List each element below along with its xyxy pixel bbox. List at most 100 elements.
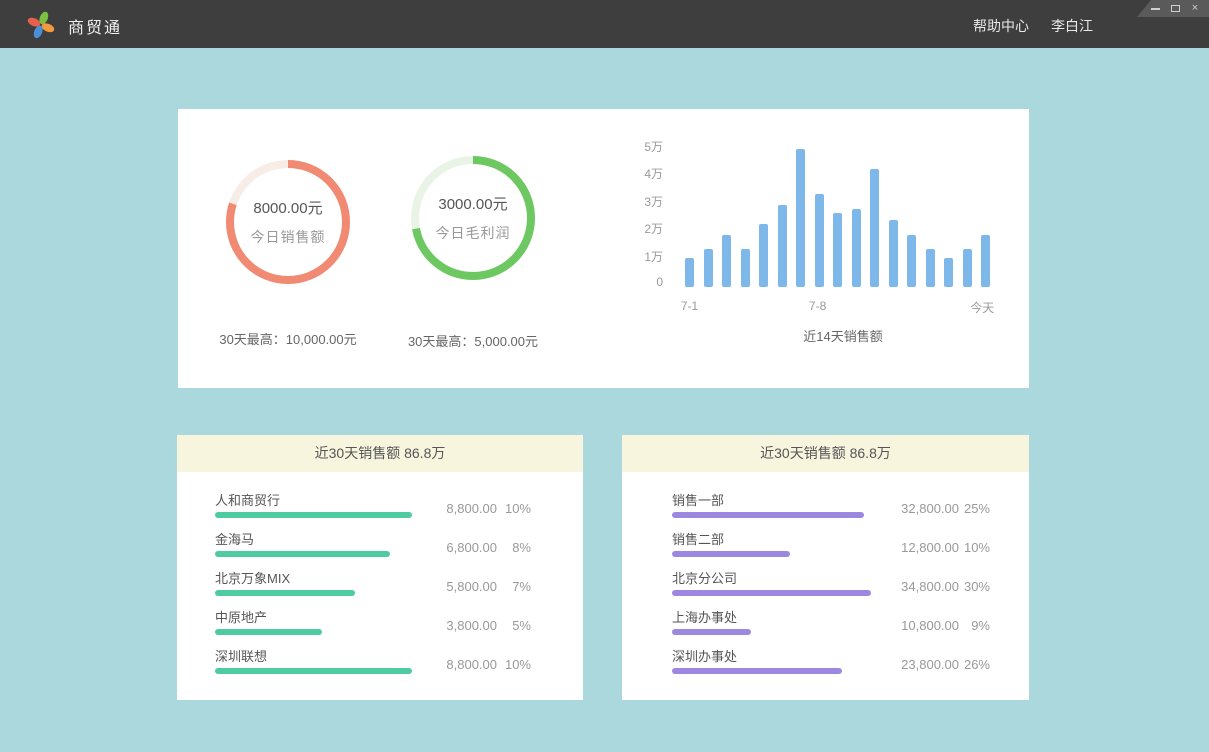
- chart-caption: 近14天销售额: [685, 326, 1001, 345]
- bar: [981, 235, 990, 287]
- item-bar: [215, 590, 355, 596]
- help-center-link[interactable]: 帮助中心: [973, 16, 1029, 36]
- x-tick-label: 今天: [970, 299, 994, 316]
- today-profit-label: 今日毛利润: [436, 223, 511, 243]
- list-item: 销售二部12,800.0010%: [672, 532, 990, 557]
- item-bar: [215, 629, 322, 635]
- close-icon: ×: [1192, 3, 1198, 14]
- bar: [944, 258, 953, 287]
- item-percent: 30%: [959, 577, 990, 597]
- window-controls: ×: [1137, 0, 1209, 17]
- item-amount: 10,800.00: [863, 616, 959, 636]
- bar: [778, 205, 787, 287]
- y-tick-label: 5万: [629, 138, 663, 155]
- item-values: 34,800.0030%: [863, 577, 990, 597]
- customer-panel-title: 近30天销售额 86.8万: [177, 435, 583, 472]
- item-percent: 26%: [959, 655, 990, 675]
- minimize-icon: [1151, 8, 1160, 10]
- bar: [759, 224, 768, 287]
- today-profit-value: 3000.00元: [438, 193, 507, 214]
- item-percent: 7%: [497, 577, 531, 597]
- minimize-button[interactable]: [1149, 3, 1161, 15]
- y-tick-label: 1万: [629, 248, 663, 265]
- bar: [741, 249, 750, 287]
- department-panel-title: 近30天销售额 86.8万: [622, 435, 1029, 472]
- today-profit-donut: 3000.00元 今日毛利润 30天最高：5,000.00元: [411, 156, 535, 280]
- list-item: 上海办事处10,800.009%: [672, 610, 990, 635]
- x-tick-label: 7-8: [809, 299, 826, 313]
- app-window: 商贸通 帮助中心 李白江 × 8000.00元 今日销售额 30天最高：10,0…: [0, 0, 1209, 752]
- today-sales-value: 8000.00元: [253, 197, 322, 218]
- item-bar: [672, 590, 871, 596]
- item-percent: 8%: [497, 538, 531, 558]
- bar: [870, 169, 879, 287]
- bar: [685, 258, 694, 287]
- today-profit-30day-max: 30天最高：5,000.00元: [358, 331, 588, 350]
- y-tick-label: 3万: [629, 193, 663, 210]
- bar: [889, 220, 898, 287]
- bar: [815, 194, 824, 287]
- close-button[interactable]: ×: [1189, 3, 1201, 15]
- list-item: 销售一部32,800.0025%: [672, 493, 990, 518]
- item-values: 10,800.009%: [863, 616, 990, 636]
- user-menu[interactable]: 李白江: [1051, 16, 1093, 36]
- list-item: 深圳办事处23,800.0026%: [672, 649, 990, 674]
- customer-list: 人和商贸行8,800.0010% 金海马6,800.008% 北京万象MIX5,80…: [177, 472, 583, 674]
- app-title: 商贸通: [68, 14, 122, 38]
- item-percent: 10%: [497, 499, 531, 519]
- list-item: 深圳联想8,800.0010%: [215, 649, 531, 674]
- item-amount: 6,800.00: [407, 538, 497, 558]
- bar: [704, 249, 713, 287]
- y-tick-label: 4万: [629, 165, 663, 182]
- maximize-icon: [1171, 5, 1180, 12]
- list-item: 金海马6,800.008%: [215, 532, 531, 557]
- item-amount: 34,800.00: [863, 577, 959, 597]
- item-percent: 10%: [959, 538, 990, 558]
- department-sales-panel: 近30天销售额 86.8万 销售一部32,800.0025% 销售二部12,800…: [622, 435, 1029, 700]
- item-percent: 9%: [959, 616, 990, 636]
- bar: [833, 213, 842, 287]
- topbar: 商贸通 帮助中心 李白江 ×: [0, 0, 1209, 48]
- app-logo-icon: [26, 9, 56, 39]
- item-bar: [672, 551, 790, 557]
- item-percent: 5%: [497, 616, 531, 636]
- item-bar: [215, 668, 412, 674]
- customer-sales-panel: 近30天销售额 86.8万 人和商贸行8,800.0010% 金海马6,800.0…: [177, 435, 583, 700]
- item-values: 32,800.0025%: [863, 499, 990, 519]
- bar-chart-bars: [685, 147, 990, 287]
- item-values: 6,800.008%: [407, 538, 531, 558]
- item-values: 23,800.0026%: [863, 655, 990, 675]
- item-amount: 12,800.00: [863, 538, 959, 558]
- today-sales-donut: 8000.00元 今日销售额 30天最高：10,000.00元: [226, 160, 350, 284]
- maximize-button[interactable]: [1169, 3, 1181, 15]
- item-percent: 25%: [959, 499, 990, 519]
- list-item: 中原地产3,800.005%: [215, 610, 531, 635]
- item-bar: [215, 512, 412, 518]
- summary-card: 8000.00元 今日销售额 30天最高：10,000.00元 3000.00元…: [178, 109, 1029, 388]
- department-list: 销售一部32,800.0025% 销售二部12,800.0010% 北京分公司34,…: [622, 472, 1029, 674]
- list-item: 北京万象MIX5,800.007%: [215, 571, 531, 596]
- item-values: 8,800.0010%: [407, 655, 531, 675]
- donut-center-text: 8000.00元 今日销售额: [226, 160, 350, 284]
- item-amount: 32,800.00: [863, 499, 959, 519]
- item-amount: 23,800.00: [863, 655, 959, 675]
- item-amount: 8,800.00: [407, 499, 497, 519]
- bar: [963, 249, 972, 287]
- y-tick-label: 0: [629, 275, 663, 289]
- item-values: 8,800.0010%: [407, 499, 531, 519]
- list-item: 北京分公司34,800.0030%: [672, 571, 990, 596]
- item-bar: [672, 629, 751, 635]
- bar: [722, 235, 731, 287]
- bar: [852, 209, 861, 287]
- y-tick-label: 2万: [629, 220, 663, 237]
- item-values: 3,800.005%: [407, 616, 531, 636]
- x-tick-label: 7-1: [681, 299, 698, 313]
- donut-center-text: 3000.00元 今日毛利润: [411, 156, 535, 280]
- item-amount: 5,800.00: [407, 577, 497, 597]
- item-bar: [672, 668, 842, 674]
- item-amount: 3,800.00: [407, 616, 497, 636]
- item-bar: [672, 512, 864, 518]
- item-amount: 8,800.00: [407, 655, 497, 675]
- list-item: 人和商贸行8,800.0010%: [215, 493, 531, 518]
- item-values: 12,800.0010%: [863, 538, 990, 558]
